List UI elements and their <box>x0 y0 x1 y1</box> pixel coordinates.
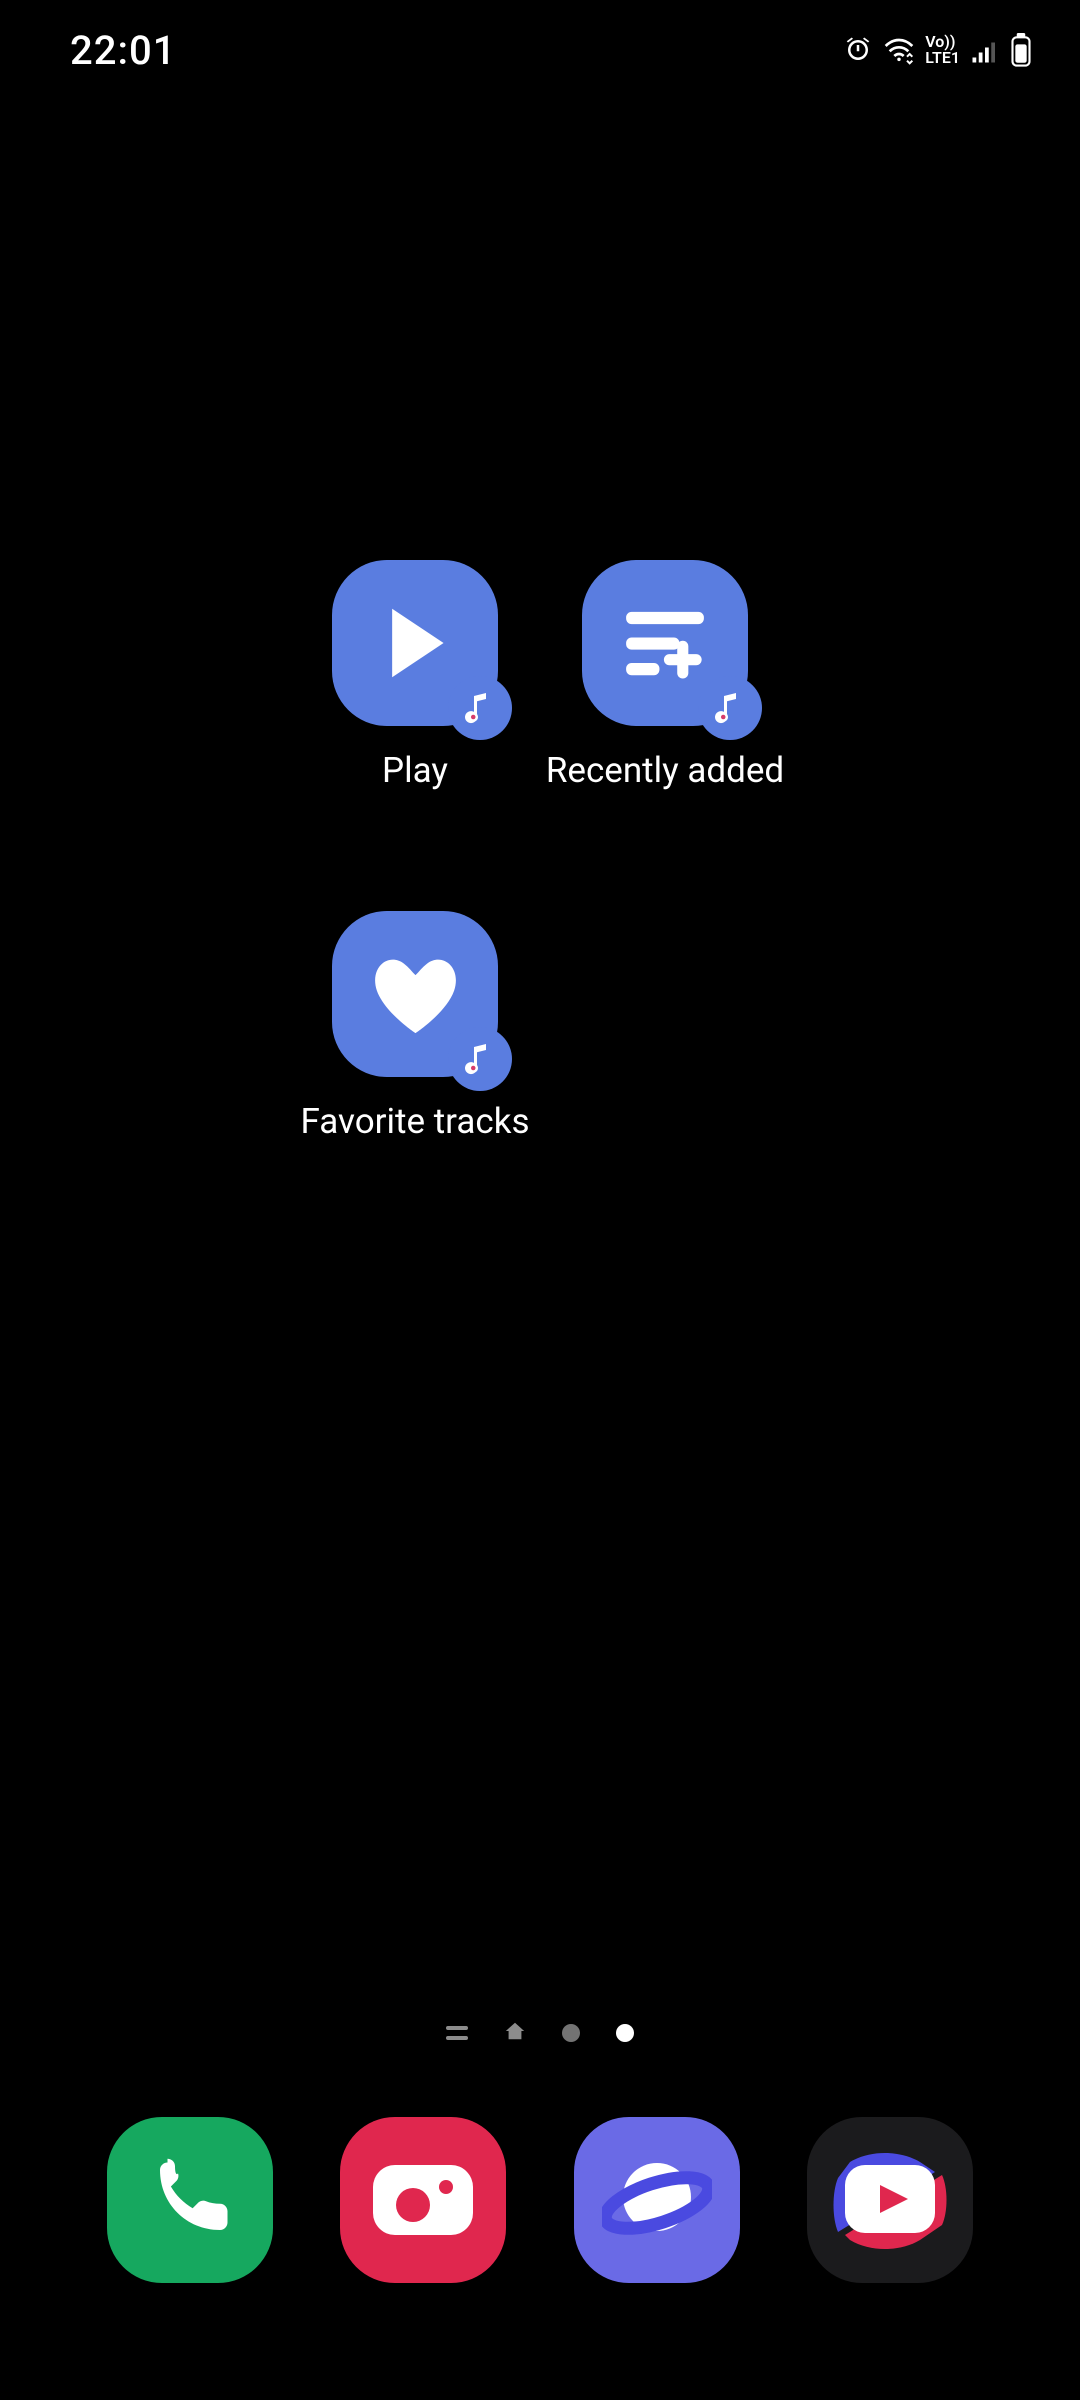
music-note-icon <box>448 1027 512 1091</box>
music-note-icon <box>448 676 512 740</box>
dock-video[interactable] <box>807 2117 973 2283</box>
playlist-add-icon <box>582 560 748 726</box>
home-grid: Play Recently added Favorite tracks <box>0 560 1080 1142</box>
video-play-icon <box>820 2140 960 2260</box>
planet-icon <box>602 2145 712 2255</box>
status-icons: Vo)) LTE1 <box>843 33 1032 67</box>
wifi-icon <box>883 35 915 65</box>
shortcut-recently-added[interactable]: Recently added <box>540 560 790 791</box>
app-drawer-icon[interactable] <box>446 2026 468 2040</box>
page-indicator <box>0 2020 1080 2046</box>
alarm-icon <box>843 35 873 65</box>
dock-camera[interactable] <box>340 2117 506 2283</box>
page-dot[interactable] <box>562 2024 580 2042</box>
signal-icon <box>970 35 1000 65</box>
heart-icon <box>332 911 498 1077</box>
music-note-icon <box>698 676 762 740</box>
dock-browser[interactable] <box>574 2117 740 2283</box>
play-icon <box>332 560 498 726</box>
shortcut-label: Recently added <box>546 750 784 791</box>
battery-icon <box>1010 33 1032 67</box>
shortcut-label: Play <box>382 750 448 791</box>
status-bar: 22:01 Vo)) LTE1 <box>0 0 1080 100</box>
phone-icon <box>145 2155 235 2245</box>
status-time: 22:01 <box>70 27 176 74</box>
shortcut-play[interactable]: Play <box>290 560 540 791</box>
page-dot-active[interactable] <box>616 2024 634 2042</box>
dock-phone[interactable] <box>107 2117 273 2283</box>
dock <box>0 2100 1080 2300</box>
shortcut-favorite-tracks[interactable]: Favorite tracks <box>290 911 540 1142</box>
shortcut-label: Favorite tracks <box>300 1101 529 1142</box>
home-page-icon[interactable] <box>504 2020 526 2046</box>
camera-icon <box>368 2155 478 2245</box>
network-type-icon: Vo)) LTE1 <box>925 34 960 66</box>
